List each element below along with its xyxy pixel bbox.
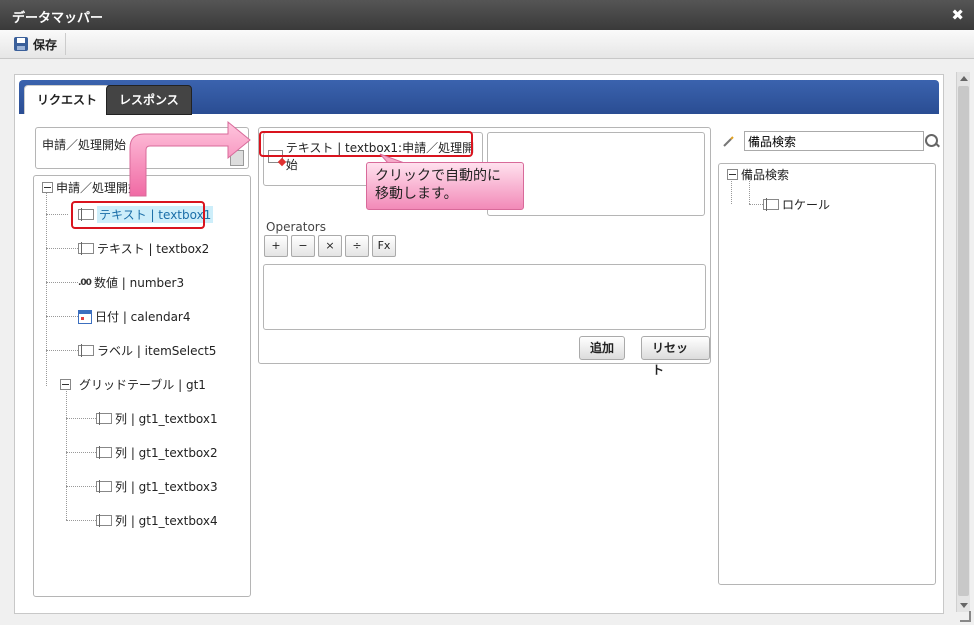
textfield-icon bbox=[96, 446, 112, 459]
tree-line bbox=[46, 350, 78, 351]
magic-wand-icon[interactable] bbox=[722, 136, 734, 148]
tree-item-label: テキスト | textbox2 bbox=[97, 242, 210, 256]
tree-item-label: ラベル | itemSelect5 bbox=[97, 344, 217, 358]
result-tree: 備品検索 ロケール bbox=[718, 163, 936, 585]
minus-button[interactable]: − bbox=[291, 235, 315, 257]
tree-line bbox=[66, 520, 96, 521]
tree-item-gt1-textbox1[interactable]: 列 | gt1_textbox1 bbox=[96, 410, 218, 427]
textfield-icon bbox=[78, 344, 94, 357]
save-button[interactable]: 保存 bbox=[10, 33, 67, 55]
tree-line bbox=[46, 214, 68, 215]
collapse-icon[interactable] bbox=[727, 169, 738, 180]
tree-item-itemselect5[interactable]: ラベル | itemSelect5 bbox=[78, 342, 216, 359]
title-bar: データマッパー ✖ bbox=[0, 0, 974, 30]
tab-request[interactable]: リクエスト bbox=[24, 85, 111, 114]
tree-item-gt1-textbox2[interactable]: 列 | gt1_textbox2 bbox=[96, 444, 218, 461]
toolbar: 保存 bbox=[0, 30, 974, 59]
tree-item-gt1-textbox3[interactable]: 列 | gt1_textbox3 bbox=[96, 478, 218, 495]
tab-bar: リクエスト レスポンス bbox=[19, 80, 939, 115]
calendar-icon bbox=[78, 309, 92, 324]
document-icon[interactable] bbox=[230, 150, 244, 166]
tree-line bbox=[66, 418, 96, 419]
textfield-icon bbox=[96, 412, 112, 425]
floppy-disk-icon bbox=[14, 37, 28, 51]
window-title: データマッパー bbox=[12, 11, 104, 26]
tree-item-label: 列 | gt1_textbox4 bbox=[115, 514, 218, 528]
tree-line bbox=[46, 248, 78, 249]
scroll-thumb[interactable] bbox=[958, 86, 969, 596]
tree-line bbox=[46, 316, 78, 317]
save-label: 保存 bbox=[33, 37, 58, 52]
tree-item-number3[interactable]: .00 数値 | number3 bbox=[78, 274, 184, 291]
tree-item-label: 数値 | number3 bbox=[93, 276, 185, 290]
collapse-icon[interactable] bbox=[42, 182, 53, 193]
search-icon[interactable] bbox=[925, 134, 938, 147]
textfield-icon bbox=[96, 514, 112, 527]
vertical-scrollbar[interactable] bbox=[956, 72, 970, 612]
main-content: リクエスト レスポンス 申請／処理開始 申請／処理開始 テキスト | textb… bbox=[14, 74, 944, 614]
tree-item-calendar4[interactable]: 日付 | calendar4 bbox=[78, 308, 191, 325]
source-tree: 申請／処理開始 テキスト | textbox1 テキスト | textbox2 … bbox=[33, 175, 251, 597]
source-header-label: 申請／処理開始 bbox=[42, 138, 127, 152]
tree-root-label: 申請／処理開始 bbox=[56, 181, 141, 195]
tree-item-label: グリッドテーブル | gt1 bbox=[79, 378, 206, 392]
reset-button[interactable]: リセット bbox=[641, 336, 710, 377]
tooltip-callout: クリックで自動的に 移動します。 bbox=[366, 162, 524, 210]
tree-line bbox=[46, 192, 47, 386]
collapse-icon[interactable] bbox=[60, 379, 71, 390]
plus-button[interactable]: + bbox=[264, 235, 288, 257]
tree-item-label: 列 | gt1_textbox1 bbox=[115, 412, 218, 426]
tree-item-gt1[interactable]: グリッドテーブル | gt1 bbox=[60, 376, 206, 393]
operators-label: Operators bbox=[266, 220, 326, 234]
close-icon[interactable]: ✖ bbox=[951, 6, 964, 24]
tree-item-label: 列 | gt1_textbox3 bbox=[115, 480, 218, 494]
scroll-up-icon[interactable] bbox=[960, 76, 968, 81]
number-icon: .00 bbox=[78, 277, 92, 288]
expression-box[interactable] bbox=[263, 264, 706, 330]
tree-line bbox=[749, 204, 763, 205]
search-row bbox=[722, 131, 940, 153]
source-header-box: 申請／処理開始 bbox=[35, 127, 249, 169]
tree-line bbox=[66, 486, 96, 487]
divide-button[interactable]: ÷ bbox=[345, 235, 369, 257]
source-panel: 申請／処理開始 申請／処理開始 テキスト | textbox1 テキスト | t… bbox=[33, 127, 251, 597]
scroll-down-icon[interactable] bbox=[960, 603, 968, 608]
result-tree-item-label: ロケール bbox=[782, 198, 831, 212]
result-tree-root-label: 備品検索 bbox=[741, 168, 790, 182]
multiply-button[interactable]: × bbox=[318, 235, 342, 257]
function-button[interactable]: Fx bbox=[372, 235, 396, 257]
search-input[interactable] bbox=[744, 131, 924, 151]
result-tree-root[interactable]: 備品検索 bbox=[727, 166, 789, 183]
tab-response[interactable]: レスポンス bbox=[106, 85, 192, 115]
tree-item-label: 列 | gt1_textbox2 bbox=[115, 446, 218, 460]
add-button[interactable]: 追加 bbox=[579, 336, 626, 360]
textfield-icon bbox=[96, 480, 112, 493]
result-tree-item-locale[interactable]: ロケール bbox=[763, 196, 830, 213]
tooltip-line-2: 移動します。 bbox=[375, 186, 458, 202]
textfield-icon bbox=[763, 198, 779, 211]
tree-item-label: 日付 | calendar4 bbox=[95, 310, 191, 324]
highlight-source-item bbox=[71, 201, 205, 229]
tree-item-textbox2[interactable]: テキスト | textbox2 bbox=[78, 240, 209, 257]
tree-item-gt1-textbox4[interactable]: 列 | gt1_textbox4 bbox=[96, 512, 218, 529]
tree-line bbox=[66, 452, 96, 453]
tooltip-line-1: クリックで自動的に bbox=[375, 168, 501, 184]
resize-handle-icon[interactable] bbox=[960, 611, 971, 622]
search-panel: 備品検索 ロケール bbox=[718, 127, 938, 587]
tree-line bbox=[46, 282, 78, 283]
textfield-icon bbox=[78, 242, 94, 255]
tree-root[interactable]: 申請／処理開始 bbox=[42, 179, 140, 196]
highlight-target-field bbox=[259, 131, 473, 157]
